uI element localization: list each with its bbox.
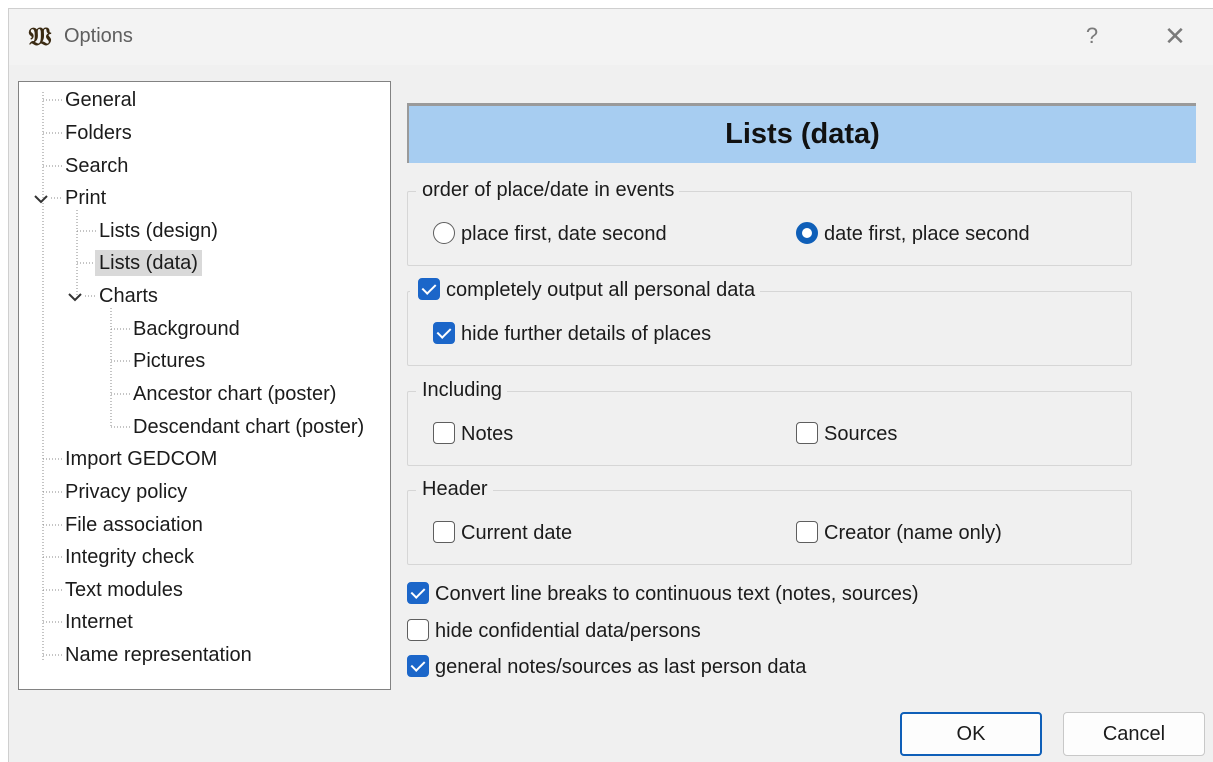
settings-panel: Lists (data) order of place/date in even… [393,81,1213,690]
chevron-down-icon[interactable] [31,189,51,209]
tree-item-ancestor-chart[interactable]: Ancestor chart (poster) [129,381,340,407]
place-first-label: place first, date second [461,223,667,245]
chevron-down-icon[interactable] [65,287,85,307]
hide-confidential-label: hide confidential data/persons [435,620,701,642]
checkbox-unchecked-icon [433,422,455,444]
tree-item-internet[interactable]: Internet [61,609,137,635]
dialog-title: Options [64,25,133,47]
tree-item-descendant-chart[interactable]: Descendant chart (poster) [129,414,368,440]
options-tree: General Folders Search Print Lists (desi… [18,81,391,690]
checkbox-unchecked-icon [796,521,818,543]
date-first-radio[interactable]: date first, place second [796,222,1030,246]
tree-item-background[interactable]: Background [129,316,244,342]
checkbox-checked-icon [418,278,440,300]
output-personal-data-label: completely output all personal data [446,279,756,301]
creator-checkbox[interactable]: Creator (name only) [796,521,1002,545]
date-first-label: date first, place second [824,223,1030,245]
tree-item-integrity-check[interactable]: Integrity check [61,544,198,570]
including-group-legend: Including [416,378,508,402]
hide-confidential-checkbox[interactable]: hide confidential data/persons [407,619,701,643]
tree-item-charts[interactable]: Charts [95,283,162,309]
current-date-label: Current date [461,522,573,544]
checkbox-checked-icon [407,655,429,677]
hide-place-details-checkbox[interactable]: hide further details of places [433,322,711,346]
sources-checkbox[interactable]: Sources [796,422,897,446]
tree-item-name-representation[interactable]: Name representation [61,642,256,668]
tree-item-search[interactable]: Search [61,153,132,179]
creator-label: Creator (name only) [824,522,1002,544]
tree-item-pictures[interactable]: Pictures [129,348,209,374]
help-button[interactable]: ? [1077,23,1107,51]
output-personal-data-checkbox[interactable]: completely output all personal data [410,278,761,302]
convert-line-breaks-label: Convert line breaks to continuous text (… [435,583,919,605]
tree-item-lists-data[interactable]: Lists (data) [95,250,202,276]
header-group: Header Current date Creator (name only) [407,477,1132,565]
title-bar: 𝔚 Options ? ✕ [9,9,1213,65]
checkbox-unchecked-icon [407,619,429,641]
tree-item-import-gedcom[interactable]: Import GEDCOM [61,446,221,472]
tree-item-lists-design[interactable]: Lists (design) [95,218,222,244]
app-logo-icon: 𝔚 [28,22,52,51]
checkbox-checked-icon [407,582,429,604]
sources-label: Sources [824,423,898,445]
general-notes-label: general notes/sources as last person dat… [435,656,807,678]
radio-selected-icon [796,222,818,244]
checkbox-unchecked-icon [433,521,455,543]
tree-item-file-association[interactable]: File association [61,512,207,538]
personal-data-group: completely output all personal data hide… [407,278,1132,366]
header-group-legend: Header [416,477,493,501]
page-title: Lists (data) [407,103,1196,163]
radio-unselected-icon [433,222,455,244]
tree-item-general[interactable]: General [61,87,140,113]
tree-item-folders[interactable]: Folders [61,120,136,146]
tree-item-text-modules[interactable]: Text modules [61,577,187,603]
checkbox-unchecked-icon [796,422,818,444]
hide-place-details-label: hide further details of places [461,323,712,345]
current-date-checkbox[interactable]: Current date [433,521,572,545]
order-group-legend: order of place/date in events [416,178,680,202]
general-notes-checkbox[interactable]: general notes/sources as last person dat… [407,655,806,679]
options-dialog: 𝔚 Options ? ✕ General Folders Search Pri… [8,8,1213,762]
tree-item-privacy-policy[interactable]: Privacy policy [61,479,191,505]
notes-label: Notes [461,423,514,445]
place-first-radio[interactable]: place first, date second [433,222,667,246]
including-group: Including Notes Sources [407,378,1132,466]
checkbox-checked-icon [433,322,455,344]
convert-line-breaks-checkbox[interactable]: Convert line breaks to continuous text (… [407,582,919,606]
tree-item-print[interactable]: Print [61,185,110,211]
notes-checkbox[interactable]: Notes [433,422,513,446]
ok-button[interactable]: OK [900,712,1042,756]
order-group: order of place/date in events place firs… [407,178,1132,266]
close-button[interactable]: ✕ [1159,21,1191,53]
cancel-button[interactable]: Cancel [1063,712,1205,756]
